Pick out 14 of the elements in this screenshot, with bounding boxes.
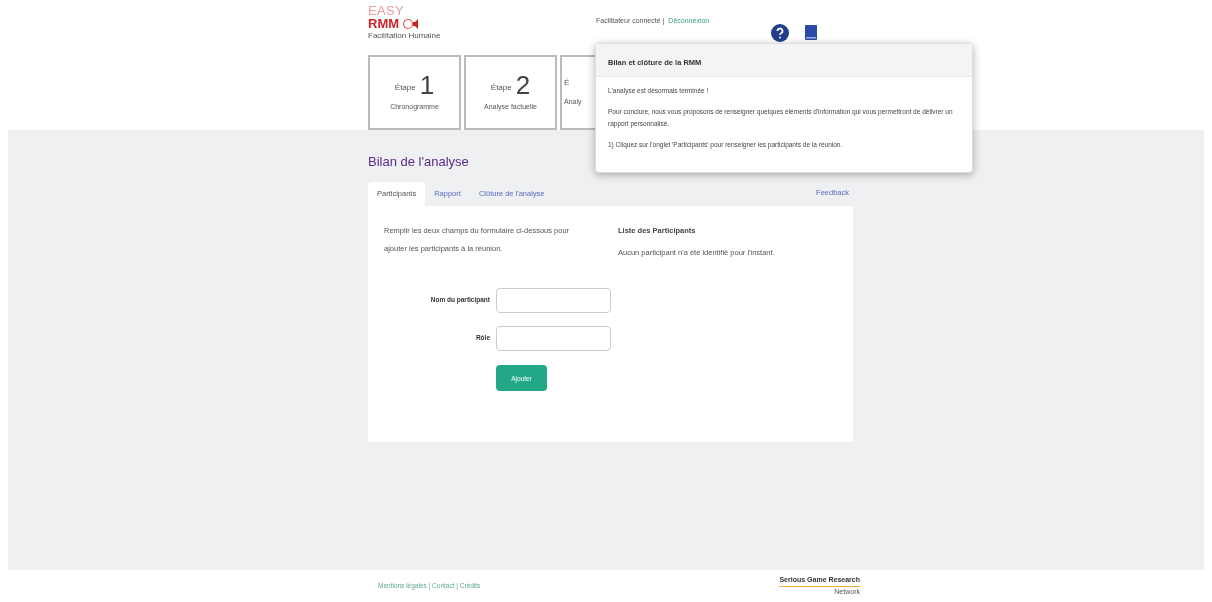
step-prefix: Étape xyxy=(490,82,512,95)
step-number: 1 xyxy=(419,72,435,99)
step-prefix: Étape xyxy=(394,82,416,95)
page-title: Bilan de l'analyse xyxy=(368,153,470,171)
logo-wordmark: RMM xyxy=(368,17,400,30)
help-icon[interactable] xyxy=(771,24,790,42)
logo-tagline: Facilitation Humaine xyxy=(368,30,442,42)
step-number: 2 xyxy=(515,72,531,99)
book-icon[interactable] xyxy=(805,25,818,40)
step-prefix: É xyxy=(564,77,570,90)
sound-icon xyxy=(403,17,420,30)
input-field[interactable] xyxy=(496,287,611,313)
input-field[interactable] xyxy=(496,325,611,351)
logo-wordmark: EASY xyxy=(368,4,405,17)
